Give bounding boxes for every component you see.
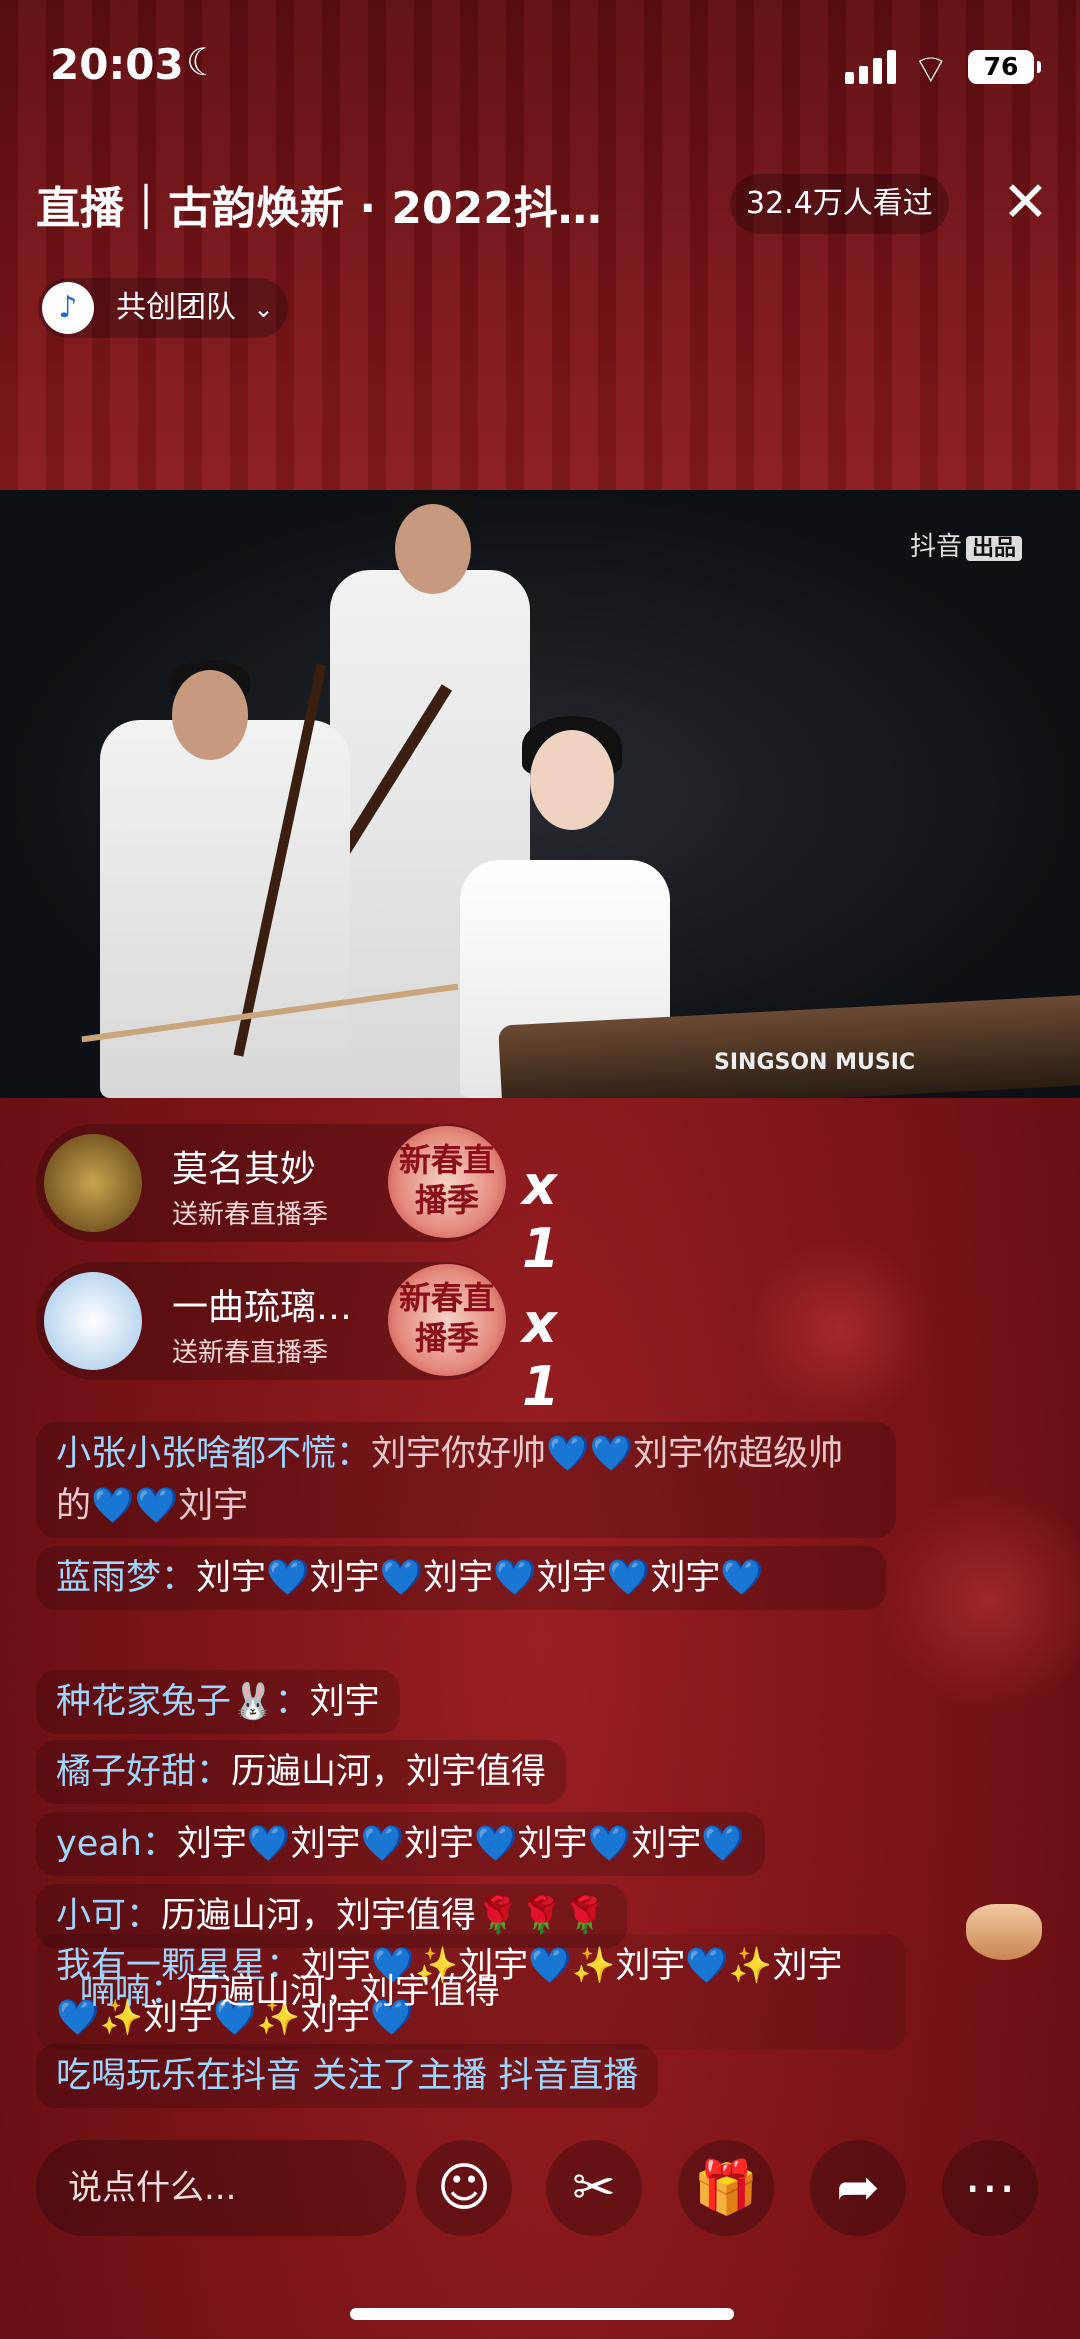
comment-text: 刘宇💙刘宇💙刘宇💙刘宇💙刘宇💙 (176, 1824, 745, 1864)
comment-user: yeah： (56, 1824, 177, 1864)
gift-action: 送新春直播季 (172, 1338, 329, 1368)
douyin-watermark: 抖音 出品 (910, 526, 1023, 563)
close-icon[interactable]: ✕ (1002, 168, 1049, 238)
gift-icon[interactable]: 🎁 (678, 2140, 774, 2236)
gift-badge: 新春直播季 (388, 1264, 506, 1376)
comment-item[interactable]: 喃喃：历遍山河，刘宇值得 (60, 1960, 520, 2024)
team-button[interactable]: 共创团队 ⌄ (38, 278, 288, 338)
comment-item[interactable]: 橘子好甜：历遍山河，刘宇值得 (36, 1740, 567, 1804)
gift-count: x 1 (522, 1154, 560, 1280)
emoji-icon[interactable]: ☺ (416, 2140, 512, 2236)
comment-text: 历遍山河，刘宇值得 (185, 1972, 501, 2012)
comment-text: 关注了主播 抖音直播 (312, 2056, 639, 2096)
comment-user: 喃喃： (80, 1972, 186, 2012)
status-bar: 20:03 ☾ ⌔ 76 (0, 0, 1080, 130)
live-title[interactable]: 直播｜古韵焕新 · 2022抖… (36, 172, 656, 236)
battery-indicator: 76 (968, 50, 1041, 84)
gift-count: x 1 (522, 1292, 560, 1418)
comment-user: 种花家兔子🐰： (56, 1682, 310, 1722)
firework-decoration (870, 1480, 1080, 1720)
comment-text: 刘宇💙刘宇💙刘宇💙刘宇💙刘宇💙 (196, 1558, 764, 1598)
comment-item[interactable]: 蓝雨梦：刘宇💙刘宇💙刘宇💙刘宇💙刘宇💙 (36, 1546, 886, 1610)
status-time: 20:03 (50, 40, 184, 89)
comment-text: 历遍山河，刘宇值得 (231, 1752, 547, 1792)
comment-user: 小张小张啥都不慌： (56, 1434, 372, 1474)
watermark-text: 抖音 (910, 532, 963, 562)
comment-item[interactable]: 种花家兔子🐰：刘宇 (36, 1670, 400, 1734)
gift-notification[interactable]: 一曲琉璃… 送新春直播季 新春直播季 x 1 (36, 1262, 560, 1418)
avatar[interactable] (44, 1272, 142, 1370)
gold-ingot-icon[interactable] (966, 1904, 1042, 1960)
gift-notification[interactable]: 莫名其妙 送新春直播季 新春直播季 x 1 (36, 1124, 560, 1280)
comment-user: 橘子好甜： (56, 1752, 232, 1792)
team-logo-icon (42, 282, 94, 334)
avatar[interactable] (44, 1134, 142, 1232)
instrument-brand: SINGSON MUSIC (714, 1050, 916, 1075)
moon-icon: ☾ (186, 40, 221, 84)
comment-item[interactable]: yeah：刘宇💙刘宇💙刘宇💙刘宇💙刘宇💙 (36, 1812, 765, 1876)
watermark-tag: 出品 (966, 536, 1023, 561)
chevron-down-icon: ⌄ (253, 295, 274, 323)
comment-input[interactable]: 说点什么... (36, 2140, 406, 2236)
comment-item[interactable]: 小张小张啥都不慌：刘宇你好帅💙💙刘宇你超级帅的💙💙刘宇 (36, 1422, 896, 1538)
comment-user: 小可： (56, 1896, 162, 1936)
firework-decoration (740, 1230, 940, 1430)
comment-item[interactable]: 吃喝玩乐在抖音 关注了主播 抖音直播 (36, 2044, 659, 2108)
wifi-icon: ⌔ (912, 47, 950, 93)
gift-sender: 一曲琉璃… (172, 1287, 353, 1328)
cellular-signal-icon (845, 48, 897, 84)
gift-badge: 新春直播季 (388, 1126, 506, 1238)
comment-text: 历遍山河，刘宇值得🌹🌹🌹 (161, 1896, 607, 1936)
link-scissors-icon[interactable]: ✂ (546, 2140, 642, 2236)
share-icon[interactable]: ➦ (810, 2140, 906, 2236)
comment-text: 刘宇 (309, 1682, 380, 1722)
home-indicator (350, 2308, 734, 2320)
team-name: 共创团队 (116, 290, 236, 325)
gift-action: 送新春直播季 (172, 1200, 329, 1230)
video-player[interactable]: 抖音 出品 SINGSON MUSIC (0, 490, 1080, 1098)
more-icon[interactable]: ⋯ (942, 2140, 1038, 2236)
gift-sender: 莫名其妙 (172, 1149, 317, 1190)
comment-user: 吃喝玩乐在抖音 (56, 2056, 302, 2096)
viewer-count[interactable]: 32.4万人看过 (730, 174, 949, 234)
comment-user: 蓝雨梦： (56, 1558, 197, 1598)
